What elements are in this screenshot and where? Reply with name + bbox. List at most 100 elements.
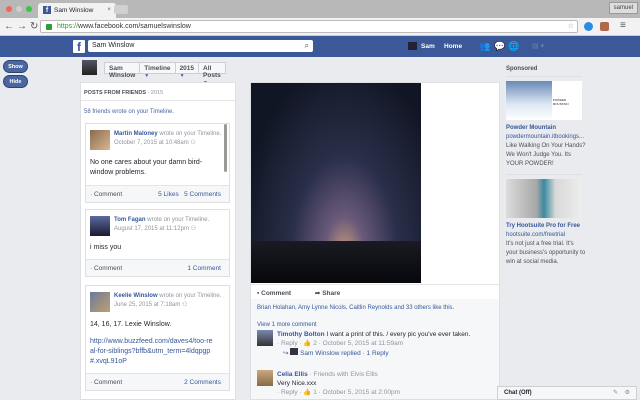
friend-requests-icon[interactable]: 👥 — [479, 41, 490, 52]
facebook-logo-icon[interactable]: f — [73, 40, 85, 54]
avatar — [290, 348, 299, 355]
profile-button[interactable]: samuel — [608, 2, 638, 14]
comment-icon: ▪ — [257, 290, 260, 297]
post-body: i miss you — [90, 244, 122, 251]
panel-year: · 2015 — [147, 90, 164, 96]
filter-label: All Posts — [203, 65, 221, 79]
share-button[interactable]: Share — [322, 290, 340, 297]
gear-icon[interactable]: ⚙ — [625, 389, 630, 396]
hide-button[interactable]: Hide — [3, 75, 28, 88]
post-time[interactable]: August 17, 2015 at 11:12pm — [114, 226, 189, 232]
view-dropdown[interactable]: Timeline ▼ — [140, 63, 176, 79]
post-author[interactable]: Keelie Winslow — [114, 293, 158, 299]
extension-icon[interactable] — [584, 22, 593, 31]
chat-bar[interactable]: Chat (Off) ✎ ⚙ — [497, 386, 637, 400]
post-action: wrote on your Timeline. — [159, 293, 222, 299]
comments-count[interactable]: 5 Comments — [184, 191, 221, 198]
friend-post: Tom Fagan wrote on your Timeline. August … — [85, 209, 230, 277]
close-tab-icon[interactable]: × — [107, 6, 111, 13]
night-sky-photo[interactable] — [251, 83, 421, 283]
forward-icon[interactable]: → — [17, 21, 27, 32]
post-time[interactable]: June 25, 2015 at 7:18am — [114, 302, 180, 308]
comment-button[interactable]: · Comment — [90, 379, 122, 386]
post-author[interactable]: Martin Maloney — [114, 131, 158, 137]
search-icon[interactable]: ⌕ — [305, 41, 309, 51]
year-label: 2015 — [179, 65, 195, 72]
filter-dropdown[interactable]: All Posts ▼ — [199, 63, 225, 86]
compose-icon[interactable]: ✎ — [613, 389, 618, 396]
search-input[interactable]: Sam Winslow ⌕ — [88, 40, 313, 52]
address-bar[interactable]: https://www.facebook.com/samuelswinslow ☆ — [40, 20, 578, 33]
friend-post: Keelie Winslow wrote on your Timeline. Ju… — [85, 285, 230, 391]
avatar — [90, 292, 110, 312]
browser-tab[interactable]: f Sam Winslow × — [38, 3, 116, 18]
search-value: Sam Winslow — [92, 42, 135, 49]
comment-author[interactable]: Celia Ellis — [277, 371, 308, 378]
close-window-button[interactable] — [6, 6, 12, 12]
facebook-header: f Sam Winslow ⌕ Sam Home 👥 💬 🌐 ▤ ▾ — [0, 36, 640, 57]
friend-post: Martin Maloney wrote on your Timeline. Oc… — [85, 123, 230, 203]
ad-domain[interactable]: hootsuite.com/freetrial — [506, 232, 565, 238]
panel-title: POSTS FROM FRIENDS — [84, 90, 147, 96]
comment-button[interactable]: · Comment — [90, 191, 122, 198]
summary-text: 58 friends wrote on your Timeline. — [84, 109, 175, 115]
url-text: www.facebook.com/samuelswinslow — [78, 23, 191, 30]
ad-title[interactable]: Try Hootsuite Pro for Free — [506, 223, 580, 229]
comment-button[interactable]: · Comment — [90, 265, 122, 272]
home-link[interactable]: Home — [444, 43, 462, 50]
ad-image[interactable]: POWDER MOUNTAIN — [506, 81, 582, 120]
back-icon[interactable]: ← — [4, 21, 14, 32]
show-button[interactable]: Show — [3, 60, 28, 73]
ad-image[interactable] — [506, 179, 582, 218]
sponsored-label: Sponsored — [506, 66, 582, 77]
ad-domain[interactable]: powdermountain.itbookings... — [506, 134, 584, 140]
post-time[interactable]: October 7, 2015 at 10:48am — [114, 140, 189, 146]
browser-tab-bar: f Sam Winslow × samuel — [0, 0, 640, 18]
maximize-window-button[interactable] — [26, 6, 32, 12]
sponsored-column: Sponsored POWDER MOUNTAIN Powder Mountai… — [506, 66, 586, 267]
photo-post: ▪ Comment ➦ Share Brian Holahan, Amy Lyn… — [250, 82, 500, 400]
comment-author[interactable]: Timothy Bolton — [277, 331, 325, 338]
comment-text: Very Nice.xxx — [277, 380, 317, 387]
url-scheme: https:// — [57, 23, 79, 30]
replies-link[interactable]: Sam Winslow replied · 1 Reply — [300, 350, 389, 357]
likes-count[interactable]: 5 Likes — [158, 191, 179, 198]
minimize-window-button[interactable] — [16, 6, 22, 12]
comment-meta[interactable]: · Reply · 👍 1 · October 5, 2015 at 2:00p… — [277, 389, 400, 396]
profile-link[interactable]: Sam — [421, 43, 435, 50]
year-dropdown[interactable]: 2015 ▼ — [176, 63, 200, 79]
ad-text: It's not just a free trial. It's your bu… — [506, 241, 586, 265]
likes-summary[interactable]: Brian Holahan, Amy Lynne Nicols, Caitlin… — [257, 304, 454, 313]
new-tab-button[interactable] — [114, 5, 128, 14]
ad[interactable]: Try Hootsuite Pro for Free hootsuite.com/… — [506, 179, 586, 267]
messages-icon[interactable]: 💬 — [494, 41, 505, 52]
post-author[interactable]: Tom Fagan — [114, 217, 146, 223]
name-selector[interactable]: Sam Winslow — [105, 63, 141, 79]
chevron-down-icon: ▼ — [144, 73, 150, 79]
view-more-comments-link[interactable]: View 1 more comment — [257, 321, 317, 330]
avatar — [90, 130, 110, 150]
view-label: Timeline — [144, 65, 171, 72]
tab-title: Sam Winslow — [54, 7, 94, 14]
post-link[interactable]: http://www.buzzfeed.com/daves4/too-real-… — [90, 337, 215, 367]
ad-text: Like Walking On Your Hands? We Won't Jud… — [506, 143, 586, 167]
instagram-extension-icon[interactable] — [600, 22, 609, 31]
post-body: No one cares about your damn bird-window… — [90, 159, 203, 176]
notifications-globe-icon[interactable]: 🌐 — [508, 41, 519, 52]
facebook-favicon-icon: f — [43, 6, 51, 14]
menu-icon[interactable]: ≡ — [620, 20, 626, 31]
comment: Timothy Bolton I want a print of this. /… — [257, 330, 497, 358]
comment-context: · Friends with Elvis Ellis — [309, 371, 378, 378]
ad-title[interactable]: Powder Mountain — [506, 125, 556, 131]
star-icon[interactable]: ☆ — [568, 22, 574, 30]
profile-thumbnail — [82, 60, 97, 75]
comments-count[interactable]: 1 Comment — [187, 265, 221, 272]
comment-meta[interactable]: · Reply · 👍 2 · October 5, 2015 at 11:59… — [277, 340, 403, 347]
post-action: wrote on your Timeline. — [147, 217, 210, 223]
settings-dropdown-icon[interactable]: ▤ ▾ — [532, 42, 544, 50]
comments-count[interactable]: 2 Comments — [184, 379, 221, 386]
reload-icon[interactable]: ↻ — [30, 21, 38, 32]
ad[interactable]: POWDER MOUNTAIN Powder Mountain powdermou… — [506, 81, 586, 169]
scrollbar[interactable] — [224, 124, 227, 172]
comment-button[interactable]: Comment — [261, 290, 291, 297]
